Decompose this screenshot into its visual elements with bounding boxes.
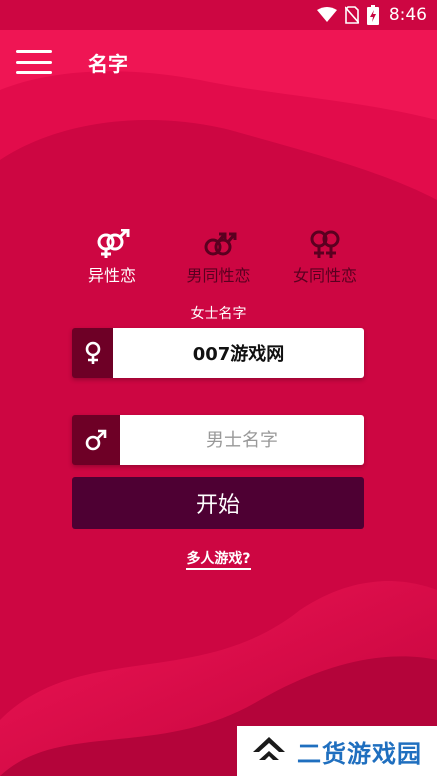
hetero-symbol-icon xyxy=(94,228,130,260)
page-title: 名字 xyxy=(88,51,128,76)
tab-label: 男同性恋 xyxy=(186,266,251,285)
watermark-logo-icon xyxy=(249,732,289,770)
status-bar: 8:46 xyxy=(0,0,437,30)
no-sim-icon xyxy=(344,6,359,24)
female-symbol-icon xyxy=(72,328,113,378)
female-name-field xyxy=(72,328,364,378)
hamburger-menu-icon[interactable] xyxy=(16,50,52,74)
male-name-input[interactable] xyxy=(120,415,364,465)
male-symbol-icon xyxy=(72,415,120,465)
mode-tabs: 异性恋 男同性恋 女同性恋 xyxy=(62,228,375,288)
battery-charging-icon xyxy=(366,5,379,25)
multiplayer-link[interactable]: 多人游戏? xyxy=(186,551,251,570)
tab-label: 异性恋 xyxy=(87,266,136,285)
female-name-label: 女士名字 xyxy=(190,306,247,322)
background-waves xyxy=(0,0,437,776)
tab-lesbian[interactable]: 女同性恋 xyxy=(275,228,375,288)
female-name-input[interactable] xyxy=(113,328,364,378)
app-bar: 名字 xyxy=(0,30,437,94)
wifi-icon xyxy=(316,7,337,23)
tab-gay-male[interactable]: 男同性恋 xyxy=(169,228,269,288)
tab-label: 女同性恋 xyxy=(292,266,357,285)
watermark-text: 二货游戏园 xyxy=(297,739,422,768)
multiplayer-link-container: 多人游戏? xyxy=(0,548,437,570)
watermark: 二货游戏园 xyxy=(237,726,437,776)
start-button[interactable]: 开始 xyxy=(72,477,364,529)
lesbian-symbol-icon xyxy=(307,228,343,260)
tab-hetero[interactable]: 异性恋 xyxy=(62,228,162,288)
status-time: 8:46 xyxy=(388,5,427,25)
male-name-field xyxy=(72,415,364,465)
gay-male-symbol-icon xyxy=(201,228,237,260)
